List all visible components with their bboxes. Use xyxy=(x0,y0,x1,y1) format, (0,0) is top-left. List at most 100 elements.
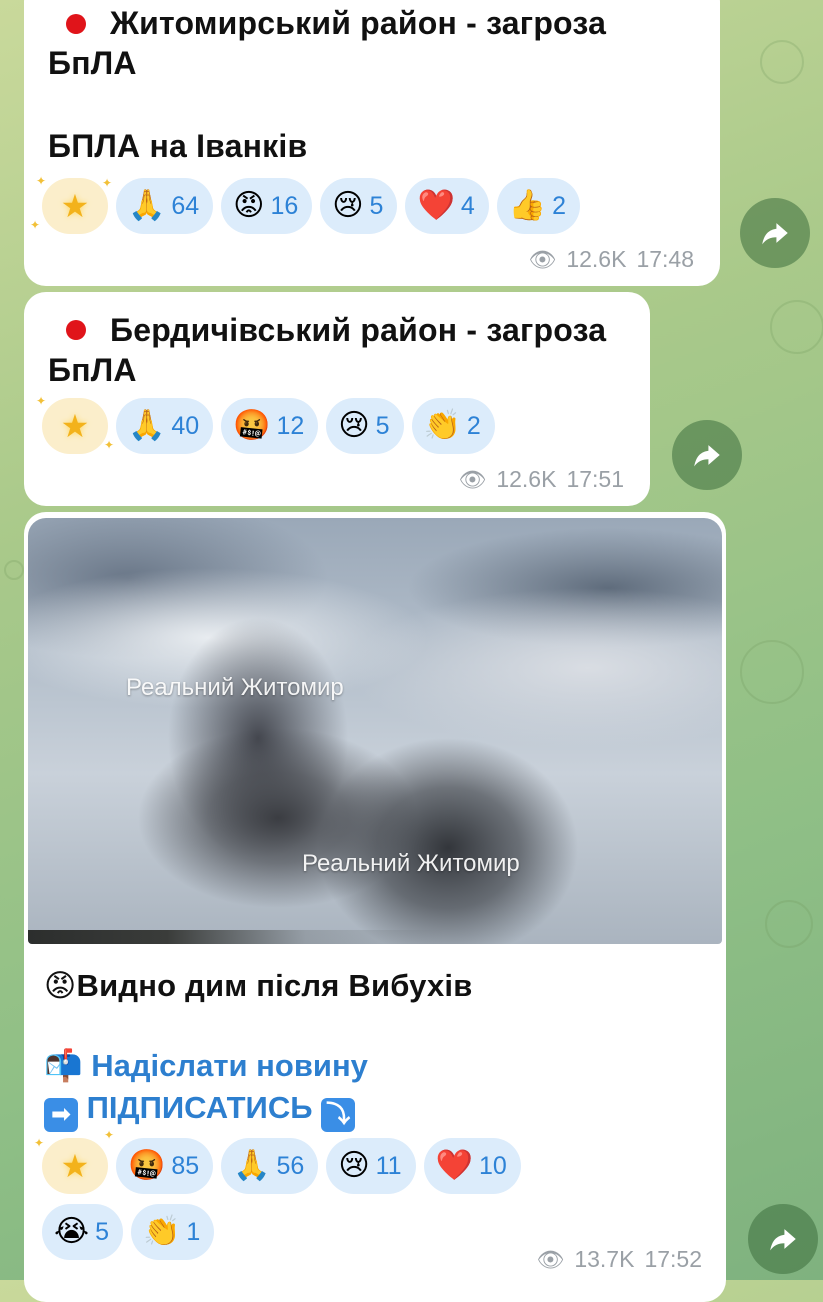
clapping-hands-icon: 👏 xyxy=(142,1215,181,1248)
crying-face-icon: 😢 xyxy=(338,409,370,442)
star-reaction-button[interactable]: ★ ✦ ✦ xyxy=(34,1128,114,1194)
red-circle-icon xyxy=(66,14,86,34)
angry-face-icon: 😡 xyxy=(233,189,265,222)
star-reaction-button[interactable]: ★ ✦ ✦ xyxy=(36,394,114,454)
reaction-count: 85 xyxy=(171,1151,200,1180)
reactions-row: ★ ✦ ✦ 🤬 85 🙏 56 😢 11 ❤️ 10 xyxy=(34,1128,521,1194)
crying-face-icon: 😢 xyxy=(338,1149,370,1182)
reaction-count: 5 xyxy=(95,1217,109,1246)
sparkle-icon: ✦ xyxy=(104,1128,115,1142)
background-doodle xyxy=(760,40,804,84)
reaction-cursing[interactable]: 🤬 85 xyxy=(116,1138,214,1194)
message-meta: 👁 13.7K 17:52 xyxy=(536,1246,702,1273)
reaction-cry[interactable]: 😢 11 xyxy=(326,1138,416,1194)
message-bubble: Житомирський район - загроза БпЛА БПЛА н… xyxy=(24,0,720,286)
background-doodle xyxy=(770,300,823,354)
clapping-hands-icon: 👏 xyxy=(423,409,461,442)
sparkle-icon: ✦ xyxy=(36,394,47,408)
send-news-link[interactable]: 📬 Надіслати новину xyxy=(44,1047,368,1084)
heart-icon: ❤️ xyxy=(435,1149,473,1182)
share-arrow-icon xyxy=(762,223,788,245)
reaction-clap[interactable]: 👏 2 xyxy=(411,398,495,454)
reaction-count: 10 xyxy=(478,1151,507,1180)
message-caption: 😡Видно дим після Вибухів xyxy=(44,968,473,1004)
eye-icon: 👁 xyxy=(458,466,487,492)
reactions-row: 😭 5 👏 1 xyxy=(42,1204,215,1260)
eye-icon: 👁 xyxy=(536,1246,565,1272)
message-body: БПЛА на Іванків xyxy=(48,128,308,164)
star-reaction-button[interactable]: ★ ✦ ✦ ✦ xyxy=(30,174,112,234)
share-arrow-icon xyxy=(770,1229,796,1251)
pray-icon: 🙏 xyxy=(128,189,166,222)
reaction-pray[interactable]: 🙏 64 xyxy=(116,178,214,234)
sparkle-icon: ✦ xyxy=(34,1136,45,1150)
sparkle-icon: ✦ xyxy=(30,218,41,232)
reaction-sob[interactable]: 😭 5 xyxy=(42,1204,123,1260)
mailbox-icon: 📬 xyxy=(44,1048,83,1083)
smoke-photo[interactable]: Реальний Житомир Реальний Житомир xyxy=(28,518,722,944)
red-circle-icon xyxy=(66,320,86,340)
share-button[interactable] xyxy=(740,198,810,268)
reaction-cry[interactable]: 😢 5 xyxy=(320,178,398,234)
reaction-heart[interactable]: ❤️ 4 xyxy=(405,178,489,234)
message-meta: 👁 12.6K 17:51 xyxy=(458,466,624,493)
reaction-count: 2 xyxy=(466,411,481,440)
message-meta: 👁 12.6K 17:48 xyxy=(528,246,694,273)
heart-icon: ❤️ xyxy=(417,189,455,222)
reaction-count: 11 xyxy=(375,1151,402,1180)
message-title-cont: БпЛА xyxy=(48,45,137,81)
reaction-heart[interactable]: ❤️ 10 xyxy=(423,1138,521,1194)
subscribe-link[interactable]: ➡ ПІДПИСАТИСЬ ⤵ xyxy=(44,1090,356,1132)
cursing-face-icon: 🤬 xyxy=(128,1149,166,1182)
star-icon: ★ xyxy=(60,1148,90,1184)
reaction-pray[interactable]: 🙏 56 xyxy=(221,1138,319,1194)
reaction-clap[interactable]: 👏 1 xyxy=(130,1204,215,1260)
reaction-count: 2 xyxy=(552,191,566,220)
sobbing-face-icon: 😭 xyxy=(54,1215,90,1248)
view-count: 12.6K xyxy=(566,246,627,272)
photo-watermark: Реальний Житомир xyxy=(126,674,344,701)
reaction-angry[interactable]: 😡 16 xyxy=(221,178,313,234)
message-time: 17:51 xyxy=(566,466,624,492)
star-icon: ★ xyxy=(60,408,90,444)
reaction-count: 1 xyxy=(186,1217,201,1246)
reaction-count: 4 xyxy=(460,191,475,220)
reactions-row: ★ ✦ ✦ ✦ 🙏 64 😡 16 😢 5 ❤️ 4 👍 2 xyxy=(30,174,580,234)
caption-text: Видно дим після Вибухів xyxy=(76,968,473,1003)
crying-face-icon: 😢 xyxy=(332,189,364,222)
reaction-cursing[interactable]: 🤬 12 xyxy=(221,398,319,454)
reaction-count: 40 xyxy=(171,411,200,440)
star-icon: ★ xyxy=(60,188,90,224)
background-doodle xyxy=(740,640,804,704)
share-arrow-icon xyxy=(694,445,720,467)
reaction-pray[interactable]: 🙏 40 xyxy=(116,398,214,454)
arrow-down-right-icon: ⤵ xyxy=(321,1098,356,1132)
eye-icon: 👁 xyxy=(528,246,557,272)
cursing-face-icon: 🤬 xyxy=(233,409,271,442)
view-count: 13.7K xyxy=(574,1246,635,1272)
reaction-count: 12 xyxy=(276,411,305,440)
reaction-count: 56 xyxy=(276,1151,305,1180)
pray-icon: 🙏 xyxy=(128,409,166,442)
right-arrow-icon: ➡ xyxy=(44,1098,78,1132)
message-title: Бердичівський район - загроза xyxy=(110,312,607,348)
subscribe-label: ПІДПИСАТИСЬ xyxy=(86,1090,313,1125)
thumbs-up-icon: 👍 xyxy=(508,189,547,222)
message-time: 17:48 xyxy=(636,246,694,272)
sparkle-icon: ✦ xyxy=(104,438,115,452)
message-bubble: Реальний Житомир Реальний Житомир 😡Видно… xyxy=(24,512,726,1302)
reaction-count: 64 xyxy=(171,191,200,220)
reaction-thumbs-up[interactable]: 👍 2 xyxy=(496,178,580,234)
send-news-label: Надіслати новину xyxy=(91,1048,368,1083)
reaction-count: 5 xyxy=(369,191,384,220)
photo-watermark: Реальний Житомир xyxy=(302,850,520,877)
reactions-row: ★ ✦ ✦ 🙏 40 🤬 12 😢 5 👏 2 xyxy=(36,394,495,454)
share-button[interactable] xyxy=(672,420,742,490)
share-button[interactable] xyxy=(748,1204,818,1274)
background-doodle xyxy=(4,560,24,580)
photo-ground xyxy=(28,930,722,944)
reaction-cry[interactable]: 😢 5 xyxy=(326,398,404,454)
view-count: 12.6K xyxy=(496,466,557,492)
angry-face-icon: 😡 xyxy=(44,968,77,1003)
sparkle-icon: ✦ xyxy=(102,176,113,190)
